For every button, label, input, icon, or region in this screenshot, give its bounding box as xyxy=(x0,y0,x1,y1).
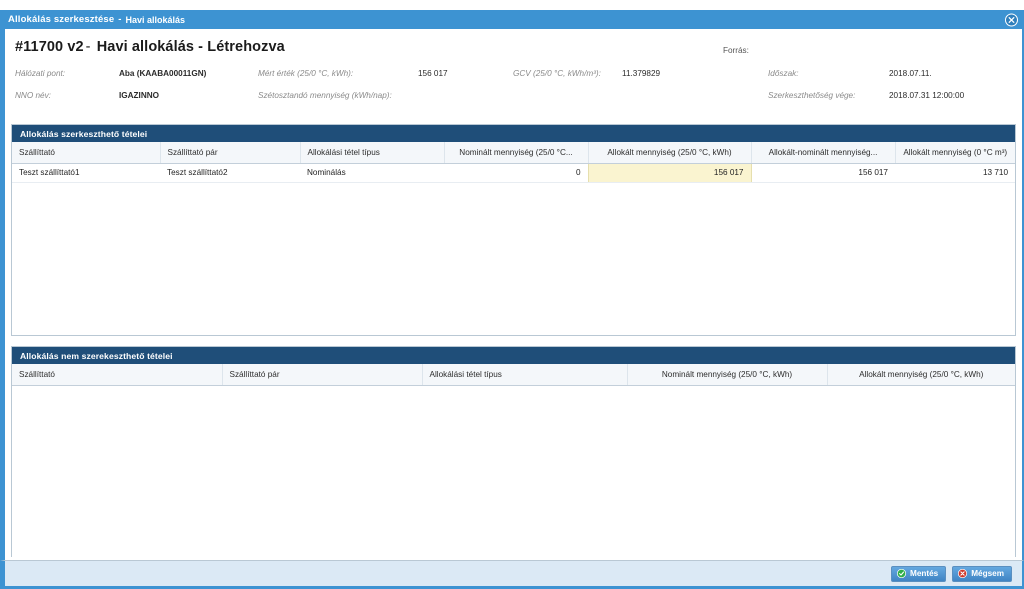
cell-szallittato: Teszt szállíttató1 xyxy=(12,163,160,183)
editable-items-title: Allokálás szerkeszthető tételei xyxy=(12,125,1015,142)
cell-allokalt-mennyiseg[interactable]: 156 017 xyxy=(587,163,752,183)
value-szerkesztheto-vege: 2018.07.31 12:00:00 xyxy=(889,91,965,100)
dialog-footer: Mentés Mégsem xyxy=(0,560,1024,589)
page-title: #11700 v2- Havi allokálás - Létrehozva xyxy=(15,39,1012,55)
col-allokalt-m3[interactable]: Allokált mennyiség (0 °C m³) xyxy=(895,142,1015,164)
col-ro-tetel-tipus[interactable]: Allokálási tétel típus xyxy=(422,364,628,386)
col-ro-szallittato-par[interactable]: Szállíttató pár xyxy=(222,364,423,386)
title-separator: - xyxy=(118,14,122,25)
col-nominalt-mennyiseg[interactable]: Nominált mennyiség (25/0 °C... xyxy=(444,142,589,164)
document-id: #11700 v2 xyxy=(15,39,84,55)
col-szallittato-par[interactable]: Szállíttató pár xyxy=(160,142,301,164)
col-allokalt-nominalt[interactable]: Allokált-nominált mennyiség... xyxy=(751,142,896,164)
value-halozati-pont: Aba (KAABA00011GN) xyxy=(119,69,207,78)
readonly-items-table: Szállíttató Szállíttató pár Allokálási t… xyxy=(12,364,1015,386)
cell-allokalt-m3: 13 710 xyxy=(895,163,1015,183)
table-row[interactable]: Teszt szállíttató1 Teszt szállíttató2 No… xyxy=(12,163,1015,183)
label-mert-ertek: Mért érték (25/0 °C, kWh): xyxy=(258,69,354,78)
col-ro-nominalt-mennyiseg[interactable]: Nominált mennyiség (25/0 °C, kWh) xyxy=(627,364,828,386)
document-title-text: Havi allokálás - Létrehozva xyxy=(96,39,285,55)
save-button-label: Mentés xyxy=(910,569,939,578)
cancel-button[interactable]: Mégsem xyxy=(952,565,1012,582)
col-ro-szallittato[interactable]: Szállíttató xyxy=(12,364,223,386)
readonly-table-empty-area xyxy=(12,385,1015,557)
cell-allokalt-nominalt: 156 017 xyxy=(751,163,895,183)
readonly-items-title: Allokálás nem szerekeszthető tételei xyxy=(12,347,1015,364)
readonly-items-panel: Allokálás nem szerekeszthető tételei Szá… xyxy=(11,346,1016,557)
label-szetosztando: Szétosztandó mennyiség (kWh/nap): xyxy=(258,91,392,100)
save-button[interactable]: Mentés xyxy=(891,565,947,582)
label-halozati-pont: Hálózati pont: xyxy=(15,69,66,78)
label-forras: Forrás: xyxy=(723,46,749,55)
label-idoszak: Időszak: xyxy=(768,69,799,78)
window-subtitle: Havi allokálás xyxy=(125,14,186,25)
cancel-button-label: Mégsem xyxy=(971,569,1004,578)
editable-table-empty-area xyxy=(12,182,1015,335)
col-tetel-tipus[interactable]: Allokálási tétel típus xyxy=(300,142,445,164)
window-titlebar: Allokálás szerkesztése - Havi allokálás xyxy=(0,10,1024,29)
app-root: Allokálás szerkesztése - Havi allokálás … xyxy=(0,0,1024,589)
value-idoszak: 2018.07.11. xyxy=(889,69,932,78)
label-gcv: GCV (25/0 °C, kWh/m³): xyxy=(513,69,601,78)
editable-table-header-row: Szállíttató Szállíttató pár Allokálási t… xyxy=(12,142,1015,164)
title-dash: - xyxy=(85,39,91,55)
cell-tetel-tipus: Nominálás xyxy=(300,163,444,183)
value-gcv: 11.379829 xyxy=(622,69,661,78)
value-mert-ertek: 156 017 xyxy=(418,69,448,78)
window-title: Allokálás szerkesztése xyxy=(8,14,115,25)
editable-items-panel: Allokálás szerkeszthető tételei Szállítt… xyxy=(11,124,1016,336)
col-ro-allokalt-mennyiseg[interactable]: Allokált mennyiség (25/0 °C, kWh) xyxy=(827,364,1015,386)
col-allokalt-mennyiseg[interactable]: Allokált mennyiség (25/0 °C, kWh) xyxy=(588,142,752,164)
document-header: #11700 v2- Havi allokálás - Létrehozva H… xyxy=(5,29,1022,124)
cancel-circle-icon xyxy=(958,568,968,579)
check-circle-icon xyxy=(896,568,907,579)
close-circle-icon[interactable] xyxy=(1005,13,1018,26)
cell-szallittato-par: Teszt szállíttató2 xyxy=(160,163,300,183)
col-szallittato[interactable]: Szállíttató xyxy=(12,142,161,164)
value-nno-nev: IGAZINNO xyxy=(119,91,160,100)
editable-items-table: Szállíttató Szállíttató pár Allokálási t… xyxy=(12,142,1015,183)
window-body: #11700 v2- Havi allokálás - Létrehozva H… xyxy=(0,29,1024,560)
readonly-table-header-row: Szállíttató Szállíttató pár Allokálási t… xyxy=(12,364,1015,386)
cell-nominalt-mennyiseg: 0 xyxy=(444,163,588,183)
label-szerkesztheto-vege: Szerkeszthetőség vége: xyxy=(768,91,856,100)
label-nno-nev: NNO név: xyxy=(15,91,51,100)
